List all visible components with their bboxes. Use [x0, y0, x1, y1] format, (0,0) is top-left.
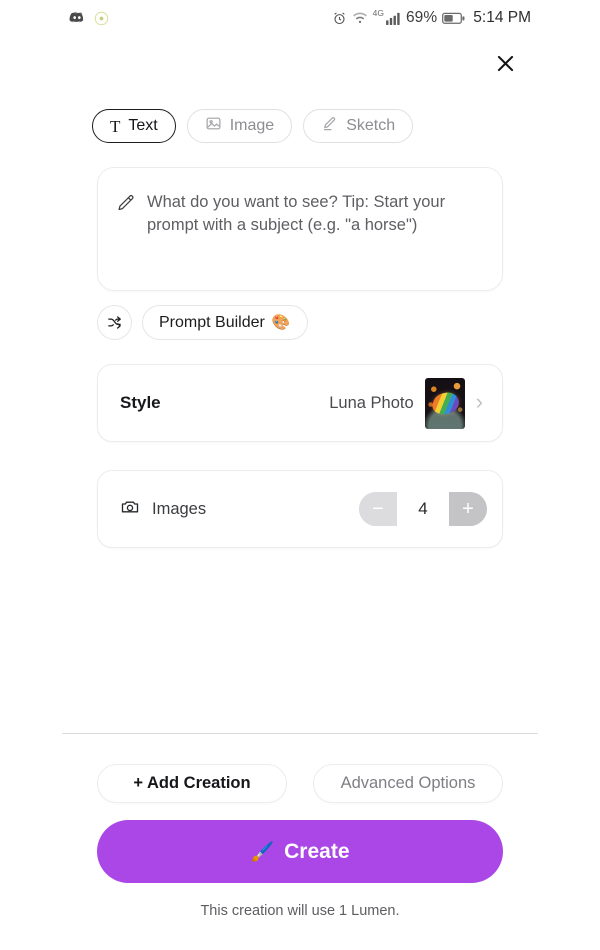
secondary-actions-row: + Add Creation Advanced Options	[97, 764, 503, 803]
style-label-group: Style	[120, 393, 161, 413]
close-icon	[497, 55, 513, 71]
lumen-cost-note: This creation will use 1 Lumen.	[200, 903, 400, 919]
mode-tabs: T Text Image Sketch	[92, 109, 414, 143]
add-creation-button[interactable]: + Add Creation	[97, 764, 287, 803]
images-stepper-group: − 4 +	[359, 492, 487, 526]
discord-icon	[69, 10, 85, 26]
palette-icon: 🎨	[271, 314, 291, 331]
text-icon: T	[110, 116, 121, 136]
style-option-row[interactable]: Style Luna Photo ›	[97, 364, 503, 442]
image-icon	[205, 115, 222, 137]
decrement-images-button[interactable]: −	[359, 492, 397, 526]
images-label-group: Images	[120, 497, 206, 522]
battery-percent-label: 69%	[405, 9, 438, 26]
prompt-placeholder[interactable]: What do you want to see? Tip: Start your…	[147, 190, 457, 290]
style-preview-thumbnail[interactable]	[424, 377, 465, 429]
shuffle-icon	[108, 316, 121, 329]
shuffle-button[interactable]	[97, 305, 132, 340]
create-button[interactable]: 🖌️ Create	[97, 820, 503, 883]
alarm-clock-icon	[332, 11, 347, 26]
dot-circle-icon	[94, 11, 109, 26]
sketch-icon	[321, 115, 338, 137]
status-bar: 4G 69% 5:14 PM	[0, 0, 600, 36]
screen-root: 4G 69% 5:14 PM T Text Image Sketch What …	[0, 0, 600, 950]
prompt-tools-row: Prompt Builder 🎨	[97, 305, 308, 340]
tab-text-label: Text	[128, 117, 158, 134]
create-button-label: Create	[284, 839, 350, 863]
image-count-value: 4	[397, 492, 449, 526]
status-bar-right: 4G 69% 5:14 PM	[332, 8, 584, 27]
increment-images-button[interactable]: +	[449, 492, 487, 526]
network-type-label: 4G	[372, 8, 384, 18]
style-value: Luna Photo	[329, 393, 414, 412]
clock-label: 5:14 PM	[473, 9, 531, 26]
style-thumbnail-subject	[429, 389, 461, 417]
images-option-row: Images − 4 +	[97, 470, 503, 548]
camera-icon	[120, 497, 140, 522]
section-divider	[62, 733, 538, 734]
prompt-builder-label: Prompt Builder	[159, 313, 265, 331]
header-bar	[0, 46, 600, 94]
chevron-right-icon[interactable]: ›	[476, 391, 487, 415]
prompt-input-card[interactable]: What do you want to see? Tip: Start your…	[97, 167, 503, 291]
image-count-stepper: − 4 +	[359, 492, 487, 526]
wifi-icon	[352, 11, 368, 25]
tab-image[interactable]: Image	[186, 109, 293, 143]
style-value-group: Luna Photo ›	[329, 377, 487, 429]
advanced-options-button[interactable]: Advanced Options	[313, 764, 503, 803]
battery-icon	[442, 12, 465, 25]
tab-text[interactable]: T Text	[92, 109, 176, 143]
style-label: Style	[120, 393, 161, 412]
images-label: Images	[152, 499, 207, 518]
cellular-signal-icon	[386, 12, 401, 25]
tab-sketch[interactable]: Sketch	[303, 109, 414, 143]
close-button[interactable]	[488, 46, 522, 80]
prompt-builder-button[interactable]: Prompt Builder 🎨	[142, 305, 308, 340]
paintbrush-icon: 🖌️	[250, 841, 275, 863]
tab-image-label: Image	[229, 117, 275, 134]
tab-sketch-label: Sketch	[346, 117, 396, 134]
pencil-icon	[116, 190, 135, 290]
status-bar-left	[16, 10, 109, 26]
